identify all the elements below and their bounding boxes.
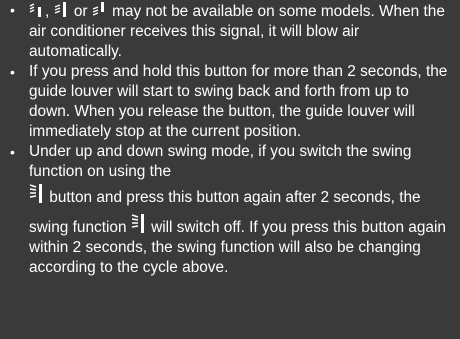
louver-swing-icon-c <box>92 0 108 18</box>
swing-button-icon <box>29 182 45 204</box>
swing-button-icon <box>131 212 147 234</box>
note-text: Under up and down swing mode, if you swi… <box>29 143 412 180</box>
notes-list: • , or may not be available on some mode… <box>0 0 454 278</box>
note-item-press-hold: • If you press and hold this button for … <box>0 62 454 142</box>
note-item-swing-mode: • Under up and down swing mode, if you s… <box>0 142 454 278</box>
note-text: If you press and hold this button for mo… <box>29 63 448 140</box>
bullet: • <box>10 64 15 80</box>
louver-swing-icon-a <box>29 0 45 18</box>
note-item-models: • , or may not be available on some mode… <box>0 0 454 62</box>
separator-or: or <box>69 3 92 20</box>
separator-comma: , <box>45 3 50 20</box>
bullet: • <box>10 144 15 160</box>
bullet: • <box>10 2 15 18</box>
louver-swing-icon-b <box>54 0 70 18</box>
manual-page: • , or may not be available on some mode… <box>0 0 460 339</box>
